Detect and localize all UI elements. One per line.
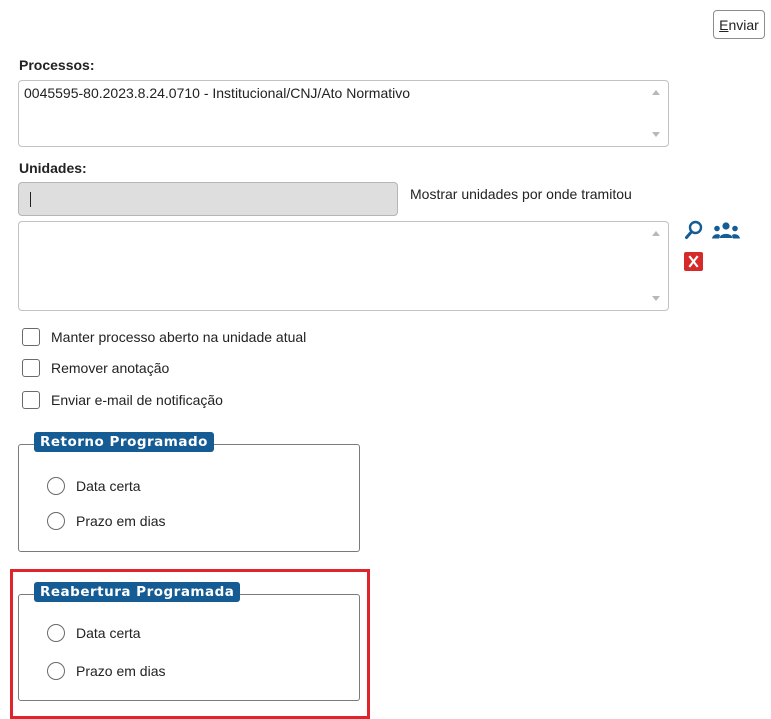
retorno-programado-legend: Retorno Programado [34,432,214,452]
highlight-frame [10,569,370,719]
send-button-label: nviar [728,16,759,33]
retorno-date-label: Data certa [76,478,141,494]
keep-open-label: Manter processo aberto na unidade atual [51,329,307,345]
processos-list-item[interactable]: 0045595-80.2023.8.24.0710 - Instituciona… [24,85,410,101]
retorno-days-label: Prazo em dias [76,513,166,529]
show-units-link[interactable]: Mostrar unidades por onde tramitou [410,186,632,202]
send-email-checkbox[interactable] [22,391,40,409]
unidades-list[interactable] [18,221,669,311]
send-button-accesskey: E [719,16,729,33]
processos-label: Processos: [19,57,95,73]
keep-open-checkbox[interactable] [22,328,40,346]
send-email-option[interactable]: Enviar e-mail de notificação [22,391,223,409]
retorno-date-radio[interactable] [47,477,65,495]
retorno-days-radio[interactable] [47,512,65,530]
retorno-programado-group: Data certa Prazo em dias [18,444,360,552]
unidades-label: Unidades: [19,160,87,176]
remove-annotation-option[interactable]: Remover anotação [22,359,169,377]
send-email-label: Enviar e-mail de notificação [51,392,223,408]
processos-scroll-up[interactable] [652,90,660,95]
remove-x-icon[interactable] [684,252,703,271]
remove-annotation-checkbox[interactable] [22,359,40,377]
unidades-scroll-down[interactable] [652,296,660,301]
search-icon[interactable] [684,220,704,240]
processos-list[interactable]: 0045595-80.2023.8.24.0710 - Instituciona… [18,80,669,147]
keep-open-option[interactable]: Manter processo aberto na unidade atual [22,328,306,346]
retorno-date-option[interactable]: Data certa [47,477,141,495]
unidades-input[interactable] [18,182,398,216]
send-button[interactable]: Enviar [713,10,765,39]
retorno-days-option[interactable]: Prazo em dias [47,512,165,530]
unidades-scroll-up[interactable] [652,231,660,236]
remove-annotation-label: Remover anotação [51,360,170,376]
group-users-icon[interactable] [711,221,741,241]
processos-scroll-down[interactable] [652,132,660,137]
text-caret [30,192,31,207]
